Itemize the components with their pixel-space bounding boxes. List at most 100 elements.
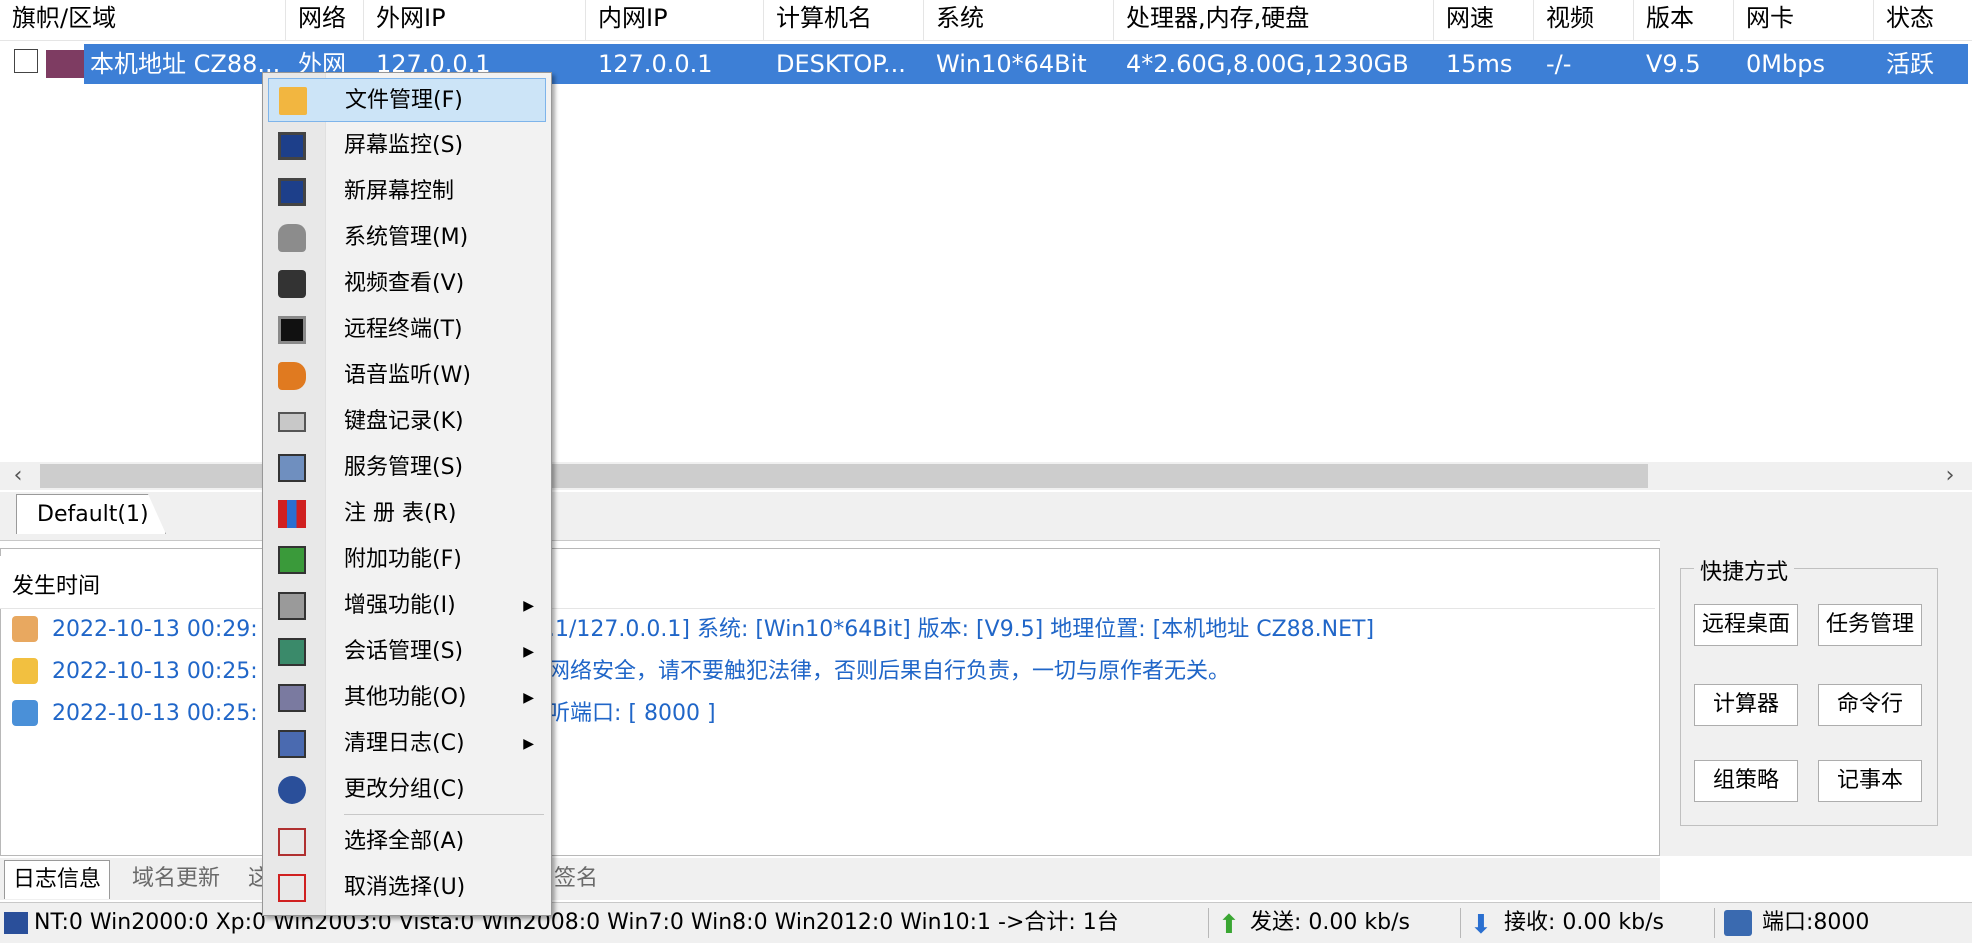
tab-log-info[interactable]: 日志信息 (4, 860, 111, 899)
log-time: 2022-10-13 00:25: (52, 701, 258, 726)
menu-item-addons[interactable]: 附加功能(F) (268, 538, 546, 582)
menu-item-session[interactable]: 会话管理(S) ▶ (268, 630, 546, 674)
session-icon (278, 638, 306, 666)
column-header-area[interactable]: 旗帜/区域 (0, 0, 286, 40)
column-header-os[interactable]: 系统 (924, 0, 1114, 40)
port-icon (12, 700, 38, 726)
column-header-video[interactable]: 视频 (1534, 0, 1634, 40)
computer-icon (4, 912, 28, 934)
camera-icon (278, 270, 306, 298)
log-message: 听端口: [ 8000 ] (548, 701, 716, 726)
status-divider (1714, 908, 1715, 938)
submenu-arrow-icon: ▶ (523, 690, 534, 706)
status-divider (1208, 908, 1209, 938)
column-header-computer[interactable]: 计算机名 (764, 0, 924, 40)
other-icon (278, 684, 306, 712)
status-divider (1460, 908, 1461, 938)
tab-domain-update[interactable]: 域名更新 (124, 860, 228, 898)
scroll-left-icon[interactable]: ‹ (4, 462, 32, 490)
column-header-wan-ip[interactable]: 外网IP (364, 0, 586, 40)
menu-item-video-view[interactable]: 视频查看(V) (268, 262, 546, 306)
command-line-button[interactable]: 命令行 (1818, 684, 1922, 726)
column-header-nic[interactable]: 网卡 (1734, 0, 1874, 40)
keyboard-icon (278, 412, 306, 432)
menu-item-system-manager[interactable]: 系统管理(M) (268, 216, 546, 260)
menu-item-enhanced[interactable]: 增强功能(I) ▶ (268, 584, 546, 628)
menu-item-voice-monitor[interactable]: 语音监听(W) (268, 354, 546, 398)
log-header (0, 556, 1655, 609)
submenu-arrow-icon: ▶ (523, 736, 534, 752)
tab-default-group[interactable]: Default(1) (16, 494, 166, 534)
column-header-hardware[interactable]: 处理器,内存,硬盘 (1114, 0, 1434, 40)
monitor-icon (278, 178, 306, 206)
menu-separator (344, 814, 544, 815)
menu-item-change-group[interactable]: 更改分组(C) (268, 768, 546, 812)
log-message: 网络安全，请不要触犯法律，否则后果自行负责，一切与原作者无关。 (548, 659, 1231, 684)
cell-speed: 15ms (1446, 50, 1513, 78)
services-icon (278, 454, 306, 482)
remote-desktop-button[interactable]: 远程桌面 (1694, 604, 1798, 646)
monitor-icon (278, 132, 306, 160)
column-header-version[interactable]: 版本 (1634, 0, 1734, 40)
group-policy-button[interactable]: 组策略 (1694, 760, 1798, 802)
submenu-arrow-icon: ▶ (523, 644, 534, 660)
menu-item-clear-log[interactable]: 清理日志(C) ▶ (268, 722, 546, 766)
tab-signature[interactable]: 签名 (546, 860, 606, 898)
group-icon (278, 776, 306, 804)
calculator-button[interactable]: 计算器 (1694, 684, 1798, 726)
receive-rate: 接收: 0.00 kb/s (1504, 910, 1664, 935)
scroll-right-icon[interactable]: › (1936, 462, 1964, 490)
menu-item-new-screen-control[interactable]: 新屏幕控制 (268, 170, 546, 214)
select-all-icon (278, 828, 306, 856)
terminal-icon (278, 316, 306, 344)
cell-version: V9.5 (1646, 50, 1701, 78)
menu-item-select-all[interactable]: 选择全部(A) (268, 820, 546, 864)
port-status: 端口:8000 (1762, 910, 1870, 935)
user-online-icon (12, 616, 38, 642)
cell-lan-ip: 127.0.0.1 (598, 50, 713, 78)
speaker-icon (278, 362, 306, 390)
send-rate: 发送: 0.00 kb/s (1250, 910, 1410, 935)
menu-item-registry[interactable]: 注 册 表(R) (268, 492, 546, 536)
column-header-speed[interactable]: 网速 (1434, 0, 1534, 40)
menu-item-screen-monitor[interactable]: 屏幕监控(S) (268, 124, 546, 168)
cell-status: 活跃 (1886, 50, 1934, 78)
upload-arrow-icon: ⬆ (1218, 910, 1240, 940)
folder-icon (279, 87, 307, 115)
os-count-status: NT:0 Win2000:0 Xp:0 Win2003:0 Vista:0 Wi… (34, 910, 1119, 935)
column-header-network[interactable]: 网络 (286, 0, 364, 40)
enhance-icon (278, 592, 306, 620)
cell-area: 本机地址 CZ88... (90, 50, 281, 78)
cell-hardware: 4*2.60G,8.00G,1230GB (1126, 50, 1409, 78)
plugin-icon (278, 546, 306, 574)
log-message: .1/127.0.0.1] 系统: [Win10*64Bit] 版本: [V9.… (548, 617, 1375, 642)
column-header-status[interactable]: 状态 (1874, 0, 1972, 40)
shortcut-title: 快捷方式 (1694, 554, 1795, 586)
clear-log-icon (278, 730, 306, 758)
log-time: 2022-10-13 00:25: (52, 659, 258, 684)
notepad-button[interactable]: 记事本 (1818, 760, 1922, 802)
list-header: 旗帜/区域 网络 外网IP 内网IP 计算机名 系统 处理器,内存,硬盘 网速 … (0, 0, 1972, 41)
menu-item-deselect[interactable]: 取消选择(U) (268, 866, 546, 910)
menu-item-services[interactable]: 服务管理(S) (268, 446, 546, 490)
row-checkbox[interactable] (14, 49, 38, 73)
submenu-arrow-icon: ▶ (523, 598, 534, 614)
cell-video: -/- (1546, 50, 1572, 78)
cell-nic: 0Mbps (1746, 50, 1825, 78)
deselect-icon (278, 874, 306, 902)
registry-icon (278, 500, 306, 528)
task-manager-button[interactable]: 任务管理 (1818, 604, 1922, 646)
download-arrow-icon: ⬇ (1470, 910, 1492, 940)
database-icon (278, 224, 306, 252)
cell-os: Win10*64Bit (936, 50, 1087, 78)
network-port-icon (1724, 910, 1752, 936)
log-column-time[interactable]: 发生时间 (12, 568, 100, 600)
column-header-lan-ip[interactable]: 内网IP (586, 0, 764, 40)
home-icon (12, 658, 38, 684)
menu-item-remote-terminal[interactable]: 远程终端(T) (268, 308, 546, 352)
menu-item-other[interactable]: 其他功能(O) ▶ (268, 676, 546, 720)
cell-computer: DESKTOP... (776, 50, 906, 78)
menu-item-keylogger[interactable]: 键盘记录(K) (268, 400, 546, 444)
log-time: 2022-10-13 00:29: (52, 617, 258, 642)
menu-item-file-manager[interactable]: 文件管理(F) (268, 78, 546, 122)
